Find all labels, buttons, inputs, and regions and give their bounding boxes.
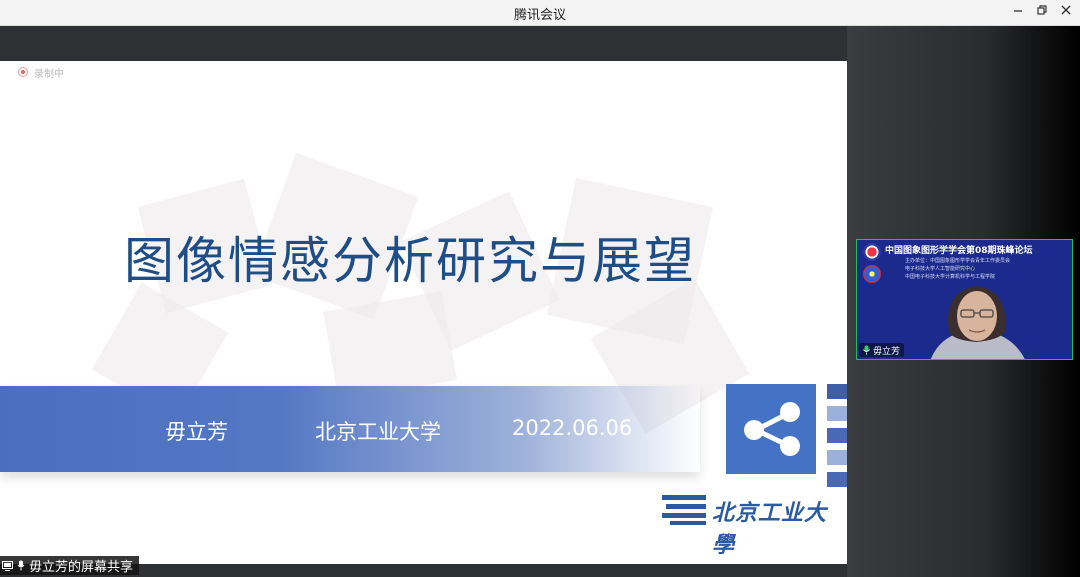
participant-video-feed bbox=[930, 286, 1025, 359]
recording-label: 录制中 bbox=[34, 68, 64, 80]
participant-video-tile[interactable]: 中国图象图形学学会第08期珠峰论坛 主办单位：中国图象图形学学会青年工作委员会 … bbox=[856, 239, 1073, 360]
video-banner-title: 中国图象图形学学会第08期珠峰论坛 bbox=[885, 246, 1033, 256]
participant-panel: 中国图象图形学学会第08期珠峰论坛 主办单位：中国图象图形学学会青年工作委员会 … bbox=[847, 26, 1080, 577]
window-title: 腾讯会议 bbox=[513, 8, 566, 23]
share-icon bbox=[744, 402, 800, 456]
microphone-icon bbox=[17, 560, 25, 571]
presenter-name: 毋立芳 bbox=[165, 420, 228, 444]
minimize-icon[interactable] bbox=[1008, 3, 1028, 21]
screen-share-icon bbox=[2, 560, 13, 571]
society-logo-icon bbox=[863, 243, 881, 261]
video-banner-line: 电子科技大学人工智能研究中心 bbox=[905, 266, 976, 272]
video-banner-line: 主办单位：中国图象图形学学会青年工作委员会 bbox=[905, 258, 1011, 264]
university-emblem-icon bbox=[662, 495, 706, 525]
presentation-date: 2022.06.06 bbox=[512, 416, 633, 440]
record-icon bbox=[18, 67, 28, 77]
university-logo-text: 北京工业大學 bbox=[712, 501, 828, 558]
share-graphic bbox=[726, 384, 816, 474]
microphone-icon bbox=[863, 345, 870, 355]
presenter-band: 毋立芳 北京工业大学 2022.06.06 bbox=[0, 386, 700, 472]
presenter-affiliation: 北京工业大学 bbox=[315, 420, 441, 444]
restore-icon[interactable] bbox=[1032, 3, 1052, 21]
recording-indicator[interactable]: 录制中 bbox=[18, 65, 64, 80]
screen-share-label: 毋立芳的屏幕共享 bbox=[29, 560, 134, 575]
participant-name: 毋立芳 bbox=[873, 346, 901, 357]
participant-name-tag: 毋立芳 bbox=[859, 343, 905, 357]
screen-share-owner[interactable]: 毋立芳的屏幕共享 bbox=[0, 556, 140, 575]
window-titlebar: 腾讯会议 bbox=[0, 0, 1080, 26]
decor-square bbox=[323, 291, 457, 401]
screen-share-area[interactable]: 录制中 图像情感分析研究与展望 毋立芳 北京工业大学 2022.06.06 北京… bbox=[0, 26, 847, 577]
university-logo: 北京工业大學 bbox=[660, 491, 835, 558]
university-badge-icon bbox=[863, 265, 881, 283]
close-icon[interactable] bbox=[1056, 3, 1076, 21]
slide-side-bars bbox=[827, 384, 847, 494]
shared-slide: 录制中 图像情感分析研究与展望 毋立芳 北京工业大学 2022.06.06 北京… bbox=[0, 61, 847, 564]
slide-title: 图像情感分析研究与展望 bbox=[124, 232, 696, 290]
